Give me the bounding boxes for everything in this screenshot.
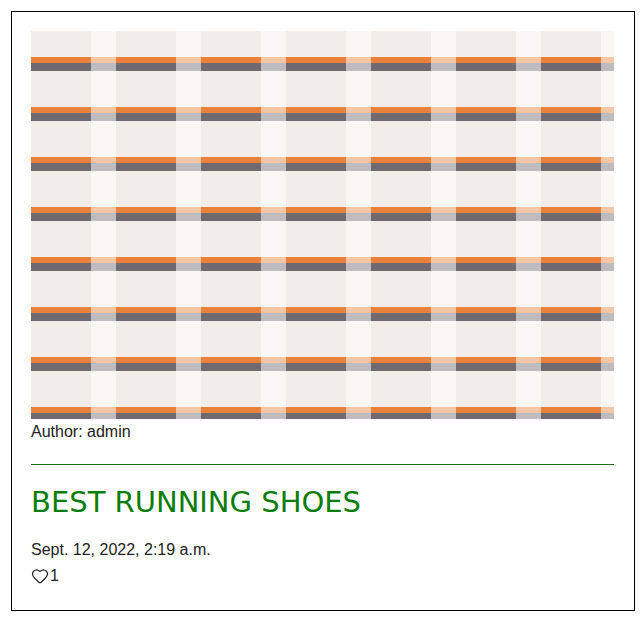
post-title[interactable]: BEST RUNNING SHOES <box>31 484 614 520</box>
heart-icon[interactable] <box>31 567 49 585</box>
post-author: Author: admin <box>31 423 614 441</box>
like-row: 1 <box>31 566 614 586</box>
page: Author: admin BEST RUNNING SHOES Sept. 12,… <box>0 0 642 622</box>
post-image <box>31 31 614 419</box>
post-date: Sept. 12, 2022, 2:19 a.m. <box>31 540 614 560</box>
like-button[interactable] <box>31 567 49 585</box>
like-count: 1 <box>50 566 59 586</box>
divider <box>31 464 614 465</box>
post-card: Author: admin BEST RUNNING SHOES Sept. 12,… <box>11 11 635 611</box>
